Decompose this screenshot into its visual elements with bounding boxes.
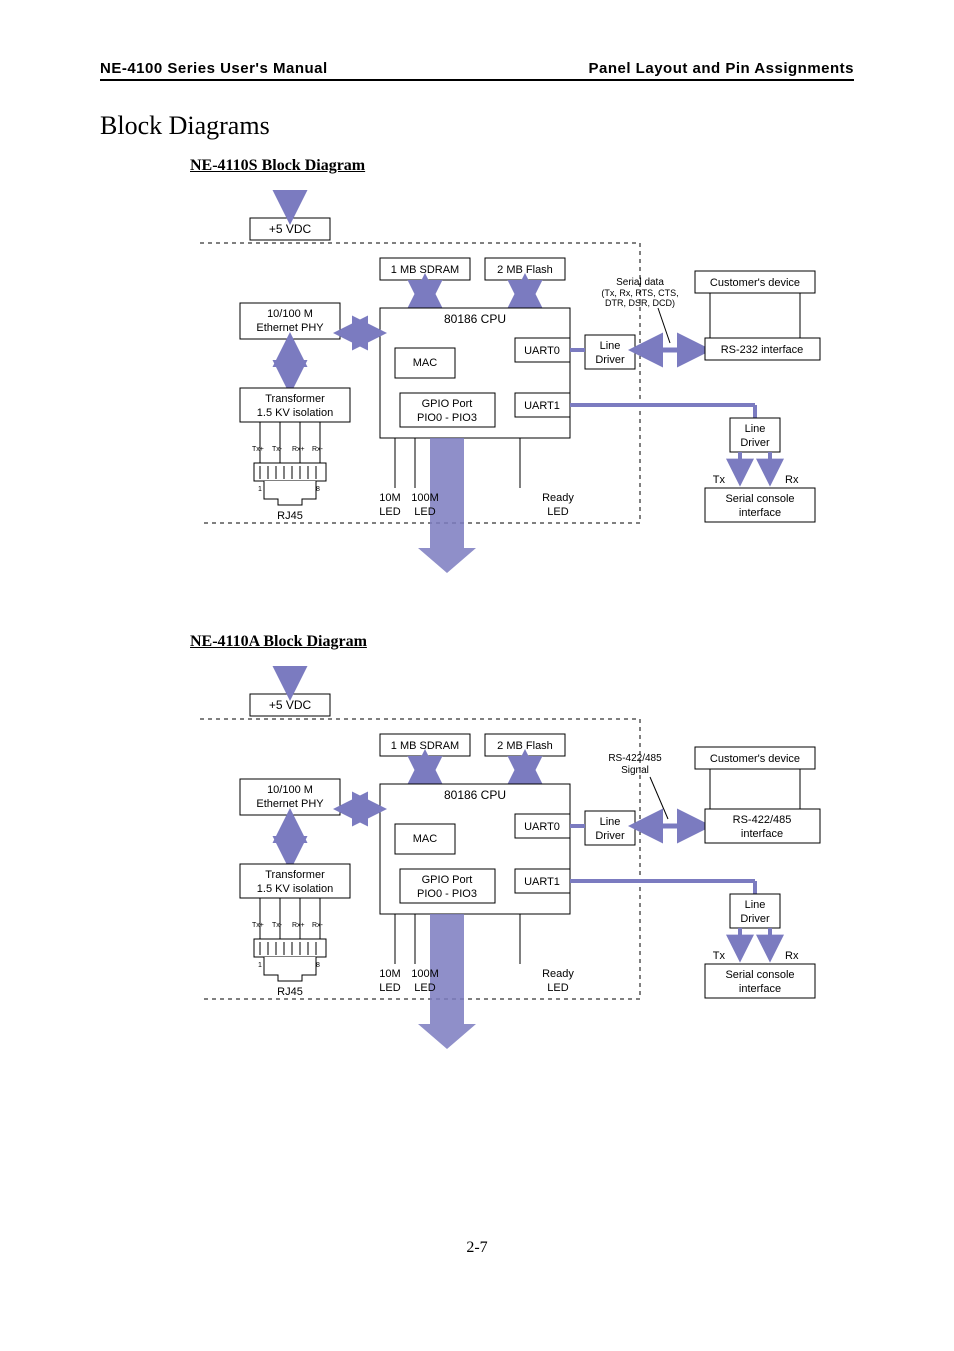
gpio-label-1: GPIO Port [422,398,473,410]
xfmr-label-1: Transformer [265,393,325,405]
signal-l2: (Tx, Rx, RTS, CTS, [601,288,678,298]
led10-sub: LED [379,506,400,518]
serial-console-l2: interface [739,983,781,995]
serial-console-l1: Serial console [725,493,794,505]
pin8-label: 8 [316,962,320,969]
phy-label-1: 10/100 M [267,308,313,320]
ready-label-1: Ready [542,492,574,504]
xfmr-label-2: 1.5 KV isolation [257,407,333,419]
gpio-label-1: GPIO Port [422,874,473,886]
gpio-label-2: PIO0 - PIO3 [417,888,477,900]
interface-label-2: interface [741,828,783,840]
gpio-label-2: PIO0 - PIO3 [417,412,477,424]
ready-label-2: LED [547,506,568,518]
linedrv1-l1: Line [745,423,766,435]
cpu-label: 80186 CPU [444,312,506,326]
linedrv0-l2: Driver [595,354,625,366]
led10-label: 10M [379,968,400,980]
pin1-label: 1 [258,486,262,493]
led100-label: 100M [411,968,439,980]
signal-l1: RS-422/485 [608,753,662,764]
pin1-label: 1 [258,962,262,969]
txm-label: Tx- [272,446,283,453]
xfmr-label-1: Transformer [265,869,325,881]
uart0-label: UART0 [524,345,560,357]
page-number: 2-7 [100,1239,854,1257]
power-label: +5 VDC [269,698,312,712]
phy-label-1: 10/100 M [267,784,313,796]
led10-sub: LED [379,982,400,994]
uart1-label: UART1 [524,876,560,888]
txp-label: Tx+ [252,922,264,929]
signal-l1: Serial data [616,277,664,288]
linedrv0-l1: Line [600,816,621,828]
ready-label-2: LED [547,982,568,994]
phy-label-2: Ethernet PHY [256,798,324,810]
flash-label: 2 MB Flash [497,740,553,752]
pin8-label: 8 [316,486,320,493]
led100-sub: LED [414,506,435,518]
rxp-label: Rx+ [292,446,305,453]
txp-label: Tx+ [252,446,264,453]
mac-label: MAC [413,357,438,369]
customer-device-label: Customer's device [710,753,800,765]
linedrv1-l2: Driver [740,437,770,449]
mac-label: MAC [413,833,438,845]
rj45-label: RJ45 [277,986,303,998]
rxp-label: Rx+ [292,922,305,929]
xfmr-label-2: 1.5 KV isolation [257,883,333,895]
diagram-title-1: NE-4110A Block Diagram [190,633,854,651]
linedrv1-l1: Line [745,899,766,911]
block-diagram-0: +5 VDC 1 MB SDRAM 2 MB Flash 80186 CPU M… [190,183,854,583]
header-right: Panel Layout and Pin Assignments [589,60,855,77]
serial-console-l1: Serial console [725,969,794,981]
signal-l2: Signal [621,765,649,776]
serial-console-l2: interface [739,507,781,519]
led10-label: 10M [379,492,400,504]
linedrv0-l1: Line [600,340,621,352]
interface-label: RS-232 interface [721,344,804,356]
phy-label-2: Ethernet PHY [256,322,324,334]
ready-label-1: Ready [542,968,574,980]
sdram-label: 1 MB SDRAM [391,264,459,276]
block-diagram-1: +5 VDC 1 MB SDRAM 2 MB Flash 80186 CPU M… [190,659,854,1059]
led100-sub: LED [414,982,435,994]
uart1-label: UART1 [524,400,560,412]
linedrv1-l2: Driver [740,913,770,925]
power-label: +5 VDC [269,222,312,236]
linedrv0-l2: Driver [595,830,625,842]
rxm-label: Rx- [312,446,324,453]
flash-label: 2 MB Flash [497,264,553,276]
rj45-label: RJ45 [277,510,303,522]
sdram-label: 1 MB SDRAM [391,740,459,752]
interface-label-1: RS-422/485 [733,814,792,826]
customer-device-label: Customer's device [710,277,800,289]
uart0-label: UART0 [524,821,560,833]
tx-label: Tx [713,474,726,486]
txm-label: Tx- [272,922,283,929]
rx-label: Rx [785,474,799,486]
rx-label: Rx [785,950,799,962]
signal-l3: DTR, DSR, DCD) [605,298,675,308]
cpu-label: 80186 CPU [444,788,506,802]
tx-label: Tx [713,950,726,962]
led100-label: 100M [411,492,439,504]
diagram-title-0: NE-4110S Block Diagram [190,157,854,175]
rxm-label: Rx- [312,922,324,929]
section-title: Block Diagrams [100,111,854,141]
header-left: NE-4100 Series User's Manual [100,60,328,77]
